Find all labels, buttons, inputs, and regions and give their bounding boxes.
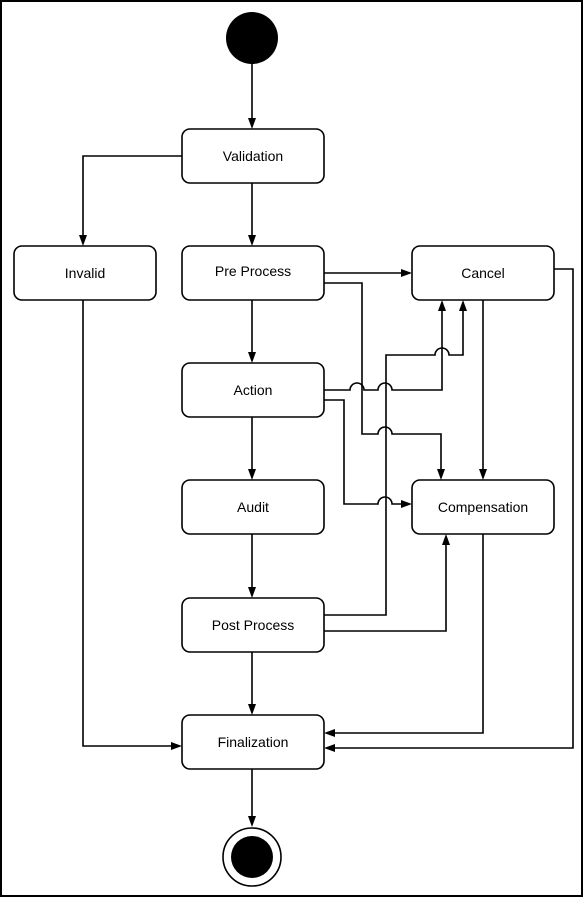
arrowhead — [324, 744, 335, 752]
edge-action-compensation — [324, 399, 405, 505]
arrowhead — [248, 816, 256, 827]
edge-compensation-finalization — [331, 534, 484, 734]
start-node — [226, 12, 278, 64]
edge-validation-invalid — [82, 155, 182, 239]
activity-diagram: Validation Invalid Pre Process Cancel Ac… — [0, 0, 583, 897]
arrowhead — [401, 500, 412, 508]
arrowhead — [248, 235, 256, 246]
node-label: Compensation — [438, 499, 528, 515]
node-finalization[interactable]: Finalization — [181, 714, 325, 770]
node-compensation[interactable]: Compensation — [411, 479, 555, 535]
edge-preprocess-compensation — [324, 282, 442, 473]
node-validation[interactable]: Validation — [181, 128, 325, 184]
node-label: Audit — [237, 499, 269, 515]
node-action[interactable]: Action — [181, 362, 325, 418]
node-label: Cancel — [461, 265, 505, 281]
arrowhead — [442, 534, 450, 545]
arrowhead — [248, 587, 256, 598]
arrowhead — [171, 742, 182, 750]
arrowhead — [437, 469, 445, 480]
arrowhead — [401, 269, 412, 277]
diagram-svg: Validation Invalid Pre Process Cancel Ac… — [13, 12, 574, 887]
arrowhead — [248, 704, 256, 715]
node-label: Action — [234, 382, 273, 398]
arrowhead — [324, 729, 335, 737]
edge-invalid-finalization — [82, 300, 175, 747]
arrowhead — [459, 300, 467, 311]
edge-postprocess-compensation — [324, 541, 447, 632]
end-node — [222, 827, 282, 887]
node-audit[interactable]: Audit — [181, 479, 325, 535]
node-cancel[interactable]: Cancel — [411, 245, 555, 301]
node-postprocess[interactable]: Post Process — [181, 597, 325, 653]
node-label: Invalid — [65, 265, 105, 281]
arrowhead — [79, 235, 87, 246]
node-invalid[interactable]: Invalid — [13, 245, 157, 301]
arrowhead — [248, 118, 256, 129]
node-label: Post Process — [212, 617, 294, 633]
arrowhead — [479, 469, 487, 480]
node-preprocess[interactable]: Pre Process — [181, 245, 325, 301]
arrowhead — [248, 469, 256, 480]
node-label: Validation — [223, 148, 283, 164]
node-label: Finalization — [218, 734, 289, 750]
arrowhead — [248, 352, 256, 363]
node-label: Pre Process — [215, 263, 291, 279]
arrowhead — [438, 300, 446, 311]
edge-action-cancel — [324, 307, 443, 391]
